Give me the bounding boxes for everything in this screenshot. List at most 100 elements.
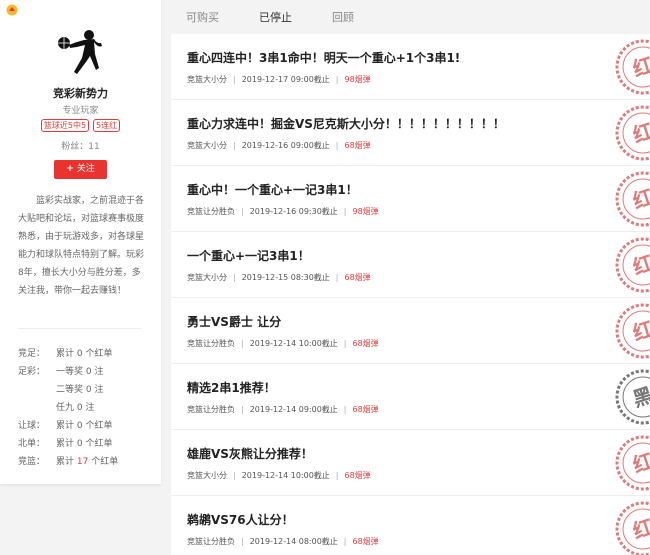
plan-item[interactable]: 鹈鹕VS76人让分！ 竞篮让分胜负 | 2019-12-14 08:00截止 | 68烟弹… xyxy=(171,496,650,555)
profile-tags: 篮球近5中5 5连红 xyxy=(0,119,161,132)
plan-price: 68烟弹 xyxy=(344,141,371,150)
stat-suffix: 注 xyxy=(91,385,104,395)
profile-tag: 篮球近5中5 xyxy=(40,119,90,132)
plan-price: 98烟弹 xyxy=(352,207,379,216)
plan-category: 竞篮让分胜负 xyxy=(187,339,235,348)
plan-meta: 竞篮让分胜负 | 2019-12-16 09:30截止 | 98烟弹 xyxy=(187,206,379,217)
plan-price: 68烟弹 xyxy=(344,471,371,480)
separator: | xyxy=(233,141,236,150)
stat-row: 竞足： 累计 0 个红单 xyxy=(18,345,153,363)
plan-category: 竞篮大小分 xyxy=(187,141,227,150)
plan-title[interactable]: 重心力求连中！掘金VS尼克斯大小分！！！！！！！！！！ xyxy=(187,115,505,132)
stat-prefix: 累计 xyxy=(56,457,77,467)
plus-icon: + xyxy=(66,164,74,174)
stat-suffix: 注 xyxy=(91,367,104,377)
separator: | xyxy=(335,273,339,282)
plan-item[interactable]: 重心四连中！3串1命中！明天一个重心+1个3串1! 竞篮大小分 | 2019-12-1… xyxy=(171,34,650,100)
follow-button[interactable]: + 关注 xyxy=(54,160,107,179)
stamp-text: 红 xyxy=(630,514,650,543)
stat-prefix: 任九 xyxy=(56,403,77,413)
plan-title[interactable]: 鹈鹕VS76人让分！ xyxy=(187,511,294,528)
plan-title[interactable]: 勇士VS爵士 让分 xyxy=(187,313,281,330)
tab-review[interactable]: 回顾 xyxy=(332,9,354,25)
separator: | xyxy=(233,75,236,84)
plan-title[interactable]: 精选2串1推荐！ xyxy=(187,379,276,396)
result-stamp-icon: 红 xyxy=(615,171,650,227)
tab-bar: 可购买 已停止 回顾 xyxy=(171,0,650,34)
profile-name: 竞彩新势力 xyxy=(53,87,108,100)
separator: | xyxy=(343,207,347,216)
stat-suffix: 个红单 xyxy=(88,457,119,467)
plan-title[interactable]: 重心中！一个重心+一记3串1！ xyxy=(187,181,358,198)
stamp-text: 红 xyxy=(630,250,650,279)
tab-stopped[interactable]: 已停止 xyxy=(259,9,292,25)
plan-meta: 竞篮大小分 | 2019-12-15 08:30截止 | 68烟弹 xyxy=(187,272,371,283)
avatar xyxy=(58,30,102,74)
profile-card: 竞彩新势力 专业玩家 篮球近5中5 5连红 粉丝：11 + 关注 篮彩实战家，之前… xyxy=(0,0,161,484)
plan-meta: 竞篮让分胜负 | 2019-12-14 08:00截止 | 68烟弹 xyxy=(187,536,379,547)
stat-value: 累计 17 个红单 xyxy=(56,453,118,471)
plan-price: 98烟弹 xyxy=(344,75,371,84)
stat-label: 竞篮： xyxy=(18,457,46,467)
plan-item[interactable]: 精选2串1推荐！ 竞篮让分胜负 | 2019-12-14 09:00截止 | 68烟弹 黑 xyxy=(171,364,650,430)
separator: | xyxy=(241,339,244,348)
separator: | xyxy=(241,207,244,216)
stat-label: 北单： xyxy=(18,439,46,449)
plan-deadline: 2019-12-14 10:00截止 xyxy=(249,339,338,348)
plan-deadline: 2019-12-16 09:00截止 xyxy=(241,141,330,150)
result-stamp-icon: 红 xyxy=(615,105,650,161)
plan-title[interactable]: 雄鹿VS灰熊让分推荐！ xyxy=(187,445,313,462)
plan-category: 竞篮让分胜负 xyxy=(187,207,235,216)
stat-prefix: 累计 xyxy=(56,349,77,359)
separator: | xyxy=(241,537,244,546)
plan-price: 68烟弹 xyxy=(352,537,379,546)
stat-suffix: 注 xyxy=(82,403,95,413)
stamp-text: 红 xyxy=(630,184,650,213)
plan-category: 竞篮让分胜负 xyxy=(187,537,235,546)
plan-item[interactable]: 重心中！一个重心+一记3串1！ 竞篮让分胜负 | 2019-12-16 09:30截止… xyxy=(171,166,650,232)
stat-row: 让球： 累计 0 个红单 xyxy=(18,417,153,435)
stat-prefix: 二等奖 xyxy=(56,385,86,395)
plan-item[interactable]: 勇士VS爵士 让分竞篮让分胜负 | 2019-12-14 10:00截止 | 68烟弹 红 xyxy=(171,298,650,364)
stat-label: 竞足： xyxy=(18,349,46,359)
stamp-text: 红 xyxy=(630,316,650,345)
stat-row: 二等奖 0 注 xyxy=(18,381,153,399)
plan-item[interactable]: 一个重心+一记3串1！ 竞篮大小分 | 2019-12-15 08:30截止 | 68烟弹… xyxy=(171,232,650,298)
stat-value: 任九 0 注 xyxy=(56,399,94,417)
result-stamp-icon: 红 xyxy=(615,39,650,95)
divider xyxy=(18,328,141,329)
profile-bio: 篮彩实战家，之前混迹于各大贴吧和论坛，对篮球赛事极度熟悉，由于玩游戏多，对各球星… xyxy=(18,196,145,296)
tab-purchasable[interactable]: 可购买 xyxy=(186,9,219,25)
plan-deadline: 2019-12-16 09:30截止 xyxy=(249,207,338,216)
stat-value: 累计 0 个红单 xyxy=(56,435,112,453)
plan-deadline: 2019-12-14 08:00截止 xyxy=(249,537,338,546)
logo-icon xyxy=(6,4,18,16)
stat-value: 一等奖 0 注 xyxy=(56,363,103,381)
stamp-text: 红 xyxy=(630,448,650,477)
stat-value: 累计 0 个红单 xyxy=(56,417,112,435)
stats-list: 竞足： 累计 0 个红单 足彩： 一等奖 0 注二等奖 0 注任九 0 注让球： 累计 … xyxy=(18,345,153,471)
plan-title[interactable]: 重心四连中！3串1命中！明天一个重心+1个3串1! xyxy=(187,49,460,66)
plan-item[interactable]: 雄鹿VS灰熊让分推荐！ 竞篮大小分 | 2019-12-14 10:00截止 | 68烟弹… xyxy=(171,430,650,496)
plan-deadline: 2019-12-15 08:30截止 xyxy=(241,273,330,282)
stat-prefix: 累计 xyxy=(56,439,77,449)
stat-label: 让球： xyxy=(18,421,46,431)
result-stamp-icon: 黑 xyxy=(615,369,650,425)
separator: | xyxy=(343,339,347,348)
fans-count: 粉丝：11 xyxy=(61,142,100,152)
plan-category: 竞篮大小分 xyxy=(187,75,227,84)
stat-suffix: 个红单 xyxy=(82,421,113,431)
stat-row: 任九 0 注 xyxy=(18,399,153,417)
stat-value: 累计 0 个红单 xyxy=(56,345,112,363)
plan-deadline: 2019-12-14 10:00截止 xyxy=(241,471,330,480)
plan-meta: 竞篮让分胜负 | 2019-12-14 09:00截止 | 68烟弹 xyxy=(187,404,379,415)
separator: | xyxy=(233,273,236,282)
plan-title[interactable]: 一个重心+一记3串1！ xyxy=(187,247,310,264)
plan-deadline: 2019-12-14 09:00截止 xyxy=(249,405,338,414)
separator: | xyxy=(233,471,236,480)
plan-list: 重心四连中！3串1命中！明天一个重心+1个3串1! 竞篮大小分 | 2019-12-1… xyxy=(171,34,650,555)
plan-price: 68烟弹 xyxy=(352,339,379,348)
plan-item[interactable]: 重心力求连中！掘金VS尼克斯大小分！！！！！！！！！！ 竞篮大小分 | 2019-12… xyxy=(171,100,650,166)
plan-category: 竞篮大小分 xyxy=(187,273,227,282)
plan-category: 竞篮让分胜负 xyxy=(187,405,235,414)
